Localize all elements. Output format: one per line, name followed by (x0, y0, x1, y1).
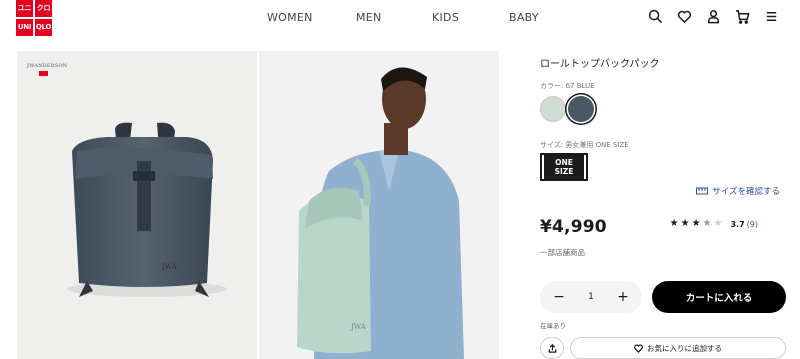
star-half-icon: ★ (702, 218, 712, 229)
quantity-value: 1 (588, 292, 594, 302)
product-details: ロールトップバックパック カラー: 67 BLUE サイズ: 男女兼用 ONE … (538, 51, 800, 359)
share-icon (548, 343, 556, 353)
product-title: ロールトップバックパック (540, 59, 660, 70)
size-guide-label: サイズを確認する (712, 187, 780, 197)
star-icon: ★ (680, 218, 690, 229)
header-icons (647, 8, 780, 25)
size-label: サイズ: 男女兼用 ONE SIZE (540, 141, 629, 149)
star-icon: ★ (669, 218, 679, 229)
heart-icon[interactable] (676, 8, 693, 25)
model-illustration: JWA (259, 51, 499, 359)
product-price: ¥4,990 (540, 217, 607, 237)
swatch-blue-selected[interactable] (568, 96, 594, 122)
product-gallery: JWANDERSON JWA JWA (17, 51, 499, 359)
cart-icon[interactable] (734, 8, 751, 25)
menu-icon[interactable] (763, 8, 780, 25)
product-image-backpack[interactable]: JWANDERSON JWA (17, 51, 257, 359)
nav-baby[interactable]: BABY (509, 11, 539, 24)
increase-button[interactable]: + (616, 289, 630, 305)
ruler-icon (696, 187, 709, 195)
nav-kids[interactable]: KIDS (432, 11, 459, 24)
share-button[interactable] (540, 337, 564, 359)
heart-icon (634, 344, 643, 353)
rating: ★ ★ ★ ★ ★ 3.7 (9) (670, 219, 758, 229)
star-empty-icon: ★ (713, 218, 723, 229)
rating-count-link[interactable]: (9) (747, 220, 758, 229)
nav-men[interactable]: MEN (356, 11, 382, 24)
rating-value: 3.7 (730, 219, 745, 229)
nav-women[interactable]: WOMEN (267, 11, 313, 24)
stock-status: 在庫あり (540, 322, 566, 330)
add-to-cart-button[interactable]: カートに入れる (652, 281, 786, 313)
size-option-button[interactable]: ONE SIZE (540, 153, 588, 181)
add-to-favorites-button[interactable]: お気に入りに追加する (570, 337, 786, 359)
size-option-label: ONE SIZE (544, 153, 584, 181)
store-note: 一部店舗商品 (540, 248, 585, 257)
color-label: カラー: 67 BLUE (540, 82, 595, 90)
product-image-model[interactable]: JWA (259, 51, 499, 359)
quantity-stepper: − 1 + (540, 281, 642, 313)
header: ユニ クロ UNI QLO WOMEN MEN KIDS BABY (0, 0, 800, 36)
favorites-label: お気に入りに追加する (647, 343, 722, 353)
backpack-illustration: JWA (67, 122, 227, 297)
user-icon[interactable] (705, 8, 722, 25)
search-icon[interactable] (647, 8, 664, 25)
star-icon: ★ (691, 218, 701, 229)
swatch-light-green[interactable] (540, 96, 566, 122)
size-guide-link[interactable]: サイズを確認する (696, 185, 780, 197)
jwa-tag: JWA (161, 263, 178, 271)
jwa-tag: JWA (350, 323, 367, 331)
decrease-button[interactable]: − (552, 289, 566, 305)
